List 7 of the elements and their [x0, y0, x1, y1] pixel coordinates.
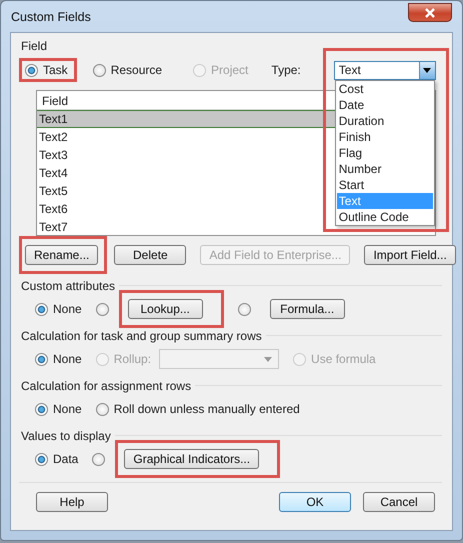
section-title: Calculation for assignment rows	[21, 378, 192, 392]
group-label: Field	[20, 39, 48, 55]
window-title: Custom Fields	[11, 10, 91, 24]
type-label: Type:	[271, 63, 301, 77]
section-title: Calculation for task and group summary rows	[21, 328, 262, 342]
section-title: Custom attributes	[21, 278, 116, 292]
section-title: Values to display	[21, 428, 111, 442]
